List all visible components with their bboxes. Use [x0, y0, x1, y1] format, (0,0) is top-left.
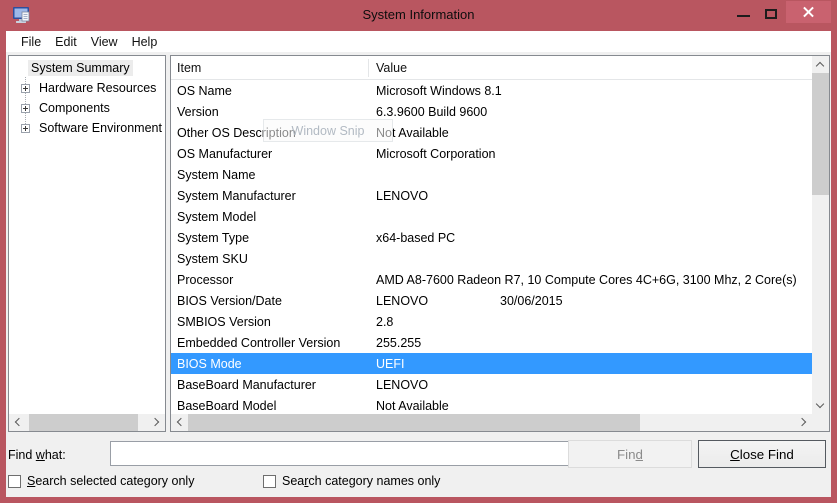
title-bar: System Information [0, 0, 837, 31]
row-value: AMD A8-7600 Radeon R7, 10 Compute Cores … [369, 273, 812, 287]
client-area: File Edit View Help System Summary [6, 31, 831, 497]
list-hscroll-thumb[interactable] [188, 414, 640, 431]
tree-horizontal-scrollbar[interactable] [9, 414, 165, 431]
table-row[interactable]: System Type x64-based PC [171, 227, 812, 248]
row-value: 2.8 [369, 315, 812, 329]
table-row[interactable]: System Model [171, 206, 812, 227]
find-input[interactable] [110, 441, 571, 466]
row-item-label: BaseBoard Manufacturer [171, 378, 369, 392]
table-row[interactable]: Version 6.3.9600 Build 9600 [171, 101, 812, 122]
row-item-label: Embedded Controller Version [171, 336, 369, 350]
checkbox-icon[interactable] [263, 475, 276, 488]
scroll-down-icon[interactable] [812, 397, 829, 414]
details-list: Item Value OS Name Microsoft Windows 8.1… [170, 55, 830, 432]
row-value: LENOVO [369, 378, 812, 392]
menu-item[interactable]: File [14, 33, 48, 51]
row-item-label: BaseBoard Model [171, 399, 369, 413]
table-row[interactable]: BaseBoard Model Not Available [171, 395, 812, 414]
table-row[interactable]: Other OS Description Not Available [171, 122, 812, 143]
row-value: LENOVO30/06/2015 [369, 294, 812, 308]
list-rows: OS Name Microsoft Windows 8.1 Version 6.… [171, 80, 812, 414]
row-value: 255.255 [369, 336, 812, 350]
checkbox-icon[interactable] [8, 475, 21, 488]
window-title: System Information [0, 7, 837, 22]
row-item-label: Other OS Description [171, 126, 369, 140]
search-options-row: Search selected category only Search cat… [6, 474, 831, 492]
tree-item-label: System Summary [28, 60, 133, 76]
close-button[interactable] [786, 1, 831, 23]
find-bar: Find what: Find Close Find [6, 436, 831, 472]
menu-bar: File Edit View Help [6, 31, 831, 52]
table-row[interactable]: BIOS Mode UEFI [171, 353, 812, 374]
row-value: LENOVO [369, 189, 812, 203]
system-information-window: System Information File Edit View Help [0, 0, 837, 503]
category-tree: System Summary Hardware Resources Compon… [8, 55, 166, 432]
list-vertical-scrollbar[interactable] [812, 56, 829, 414]
scroll-right-icon[interactable] [795, 414, 812, 431]
row-item-label: SMBIOS Version [171, 315, 369, 329]
list-horizontal-scrollbar[interactable] [171, 414, 812, 431]
row-value: Not Available [369, 399, 812, 413]
row-item-label: OS Manufacturer [171, 147, 369, 161]
find-button[interactable]: Find [568, 440, 692, 468]
search-option-checkbox[interactable]: Search selected category only [8, 474, 194, 488]
table-row[interactable]: System Name [171, 164, 812, 185]
maximize-button[interactable] [763, 6, 779, 22]
tree-expand-icon[interactable] [21, 104, 30, 113]
tree-item-label: Components [36, 100, 113, 116]
column-header-value[interactable]: Value [369, 61, 407, 75]
row-item-label: System Name [171, 168, 369, 182]
menu-item[interactable]: Edit [48, 33, 84, 51]
tree-item[interactable]: Components [9, 98, 165, 118]
table-row[interactable]: BIOS Version/Date LENOVO30/06/2015 [171, 290, 812, 311]
scroll-left-icon[interactable] [171, 414, 188, 431]
column-header-item[interactable]: Item [171, 59, 369, 77]
row-value: Not Available [369, 126, 812, 140]
table-row[interactable]: System Manufacturer LENOVO [171, 185, 812, 206]
close-find-button[interactable]: Close Find [698, 440, 826, 468]
tree-item[interactable]: System Summary [9, 58, 165, 78]
row-value: Microsoft Corporation [369, 147, 812, 161]
row-value: 6.3.9600 Build 9600 [369, 105, 812, 119]
row-item-label: Version [171, 105, 369, 119]
row-value: UEFI [369, 357, 812, 371]
list-header: Item Value [171, 56, 812, 80]
row-item-label: System SKU [171, 252, 369, 266]
tree-item-label: Hardware Resources [36, 80, 159, 96]
tree-expand-icon[interactable] [21, 124, 30, 133]
scrollbar-corner [812, 414, 829, 431]
tree-hscroll-thumb[interactable] [29, 414, 138, 431]
tree-item[interactable]: Software Environment [9, 118, 165, 138]
tree-item-label: Software Environment [36, 120, 165, 136]
find-what-label: Find what: [8, 448, 66, 462]
checkbox-label: Search category names only [282, 474, 440, 488]
list-vscroll-thumb[interactable] [812, 73, 829, 195]
menu-item[interactable]: Help [125, 33, 165, 51]
row-item-label: System Type [171, 231, 369, 245]
table-row[interactable]: Processor AMD A8-7600 Radeon R7, 10 Comp… [171, 269, 812, 290]
tree-expand-icon[interactable] [21, 84, 30, 93]
scroll-right-icon[interactable] [148, 414, 165, 431]
row-value: x64-based PC [369, 231, 812, 245]
table-row[interactable]: System SKU [171, 248, 812, 269]
row-item-label: OS Name [171, 84, 369, 98]
row-item-label: System Manufacturer [171, 189, 369, 203]
row-value: Microsoft Windows 8.1 [369, 84, 812, 98]
row-item-label: BIOS Version/Date [171, 294, 369, 308]
table-row[interactable]: Embedded Controller Version 255.255 [171, 332, 812, 353]
row-item-label: BIOS Mode [171, 357, 369, 371]
checkbox-label: Search selected category only [27, 474, 194, 488]
minimize-button[interactable] [736, 6, 752, 22]
table-row[interactable]: SMBIOS Version 2.8 [171, 311, 812, 332]
table-row[interactable]: OS Manufacturer Microsoft Corporation [171, 143, 812, 164]
row-item-label: Processor [171, 273, 369, 287]
tree-item[interactable]: Hardware Resources [9, 78, 165, 98]
row-item-label: System Model [171, 210, 369, 224]
scroll-left-icon[interactable] [9, 414, 26, 431]
search-option-checkbox[interactable]: Search category names only [263, 474, 440, 488]
menu-item[interactable]: View [84, 33, 125, 51]
table-row[interactable]: OS Name Microsoft Windows 8.1 [171, 80, 812, 101]
table-row[interactable]: BaseBoard Manufacturer LENOVO [171, 374, 812, 395]
